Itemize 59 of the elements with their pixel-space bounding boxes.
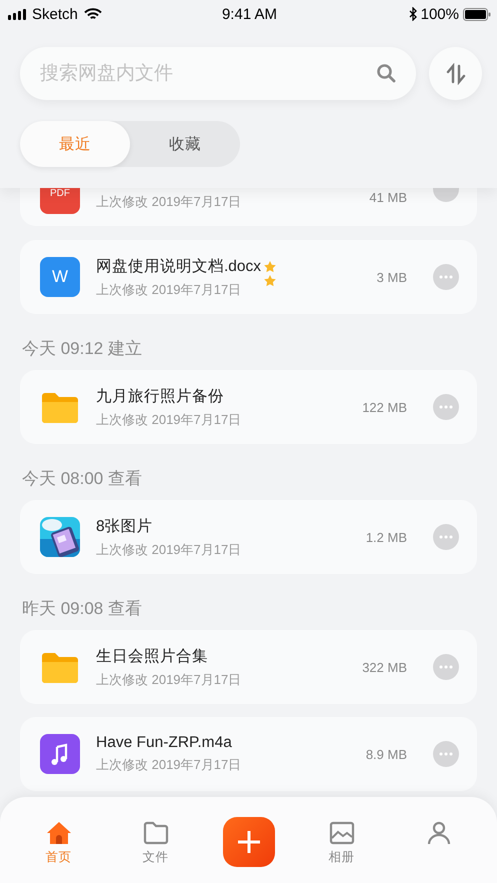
section-heading: 今天 08:00 查看 (21, 468, 143, 490)
more-icon (439, 665, 453, 669)
carrier-name: Sketch (32, 6, 78, 22)
search-field[interactable]: 搜索网盘内文件 (20, 47, 416, 100)
file-card[interactable]: W 网盘使用说明文档.docx 上次修改 2019年7月17日 3 MB (20, 240, 477, 314)
modified-date: 上次修改 2019年7月17日 (96, 193, 242, 211)
file-name: 生日会照片合集 (96, 646, 208, 666)
modified-date: 上次修改 2019年7月17日 (96, 280, 242, 298)
more-button[interactable] (433, 394, 459, 420)
more-icon (439, 535, 453, 539)
file-size: 8.9 MB (366, 746, 407, 762)
file-card[interactable]: 九月旅行照片备份 上次修改 2019年7月17日 122 MB (20, 370, 477, 444)
file-card[interactable]: PDF 上次修改 2019年7月17日 41 MB (20, 188, 477, 226)
section-heading: 今天 09:12 建立 (21, 338, 143, 360)
battery-percent: 100% (420, 6, 459, 22)
more-button[interactable] (433, 654, 459, 680)
person-icon (426, 821, 452, 845)
section-heading: 昨天 09:08 查看 (21, 598, 143, 620)
file-size: 41 MB (369, 190, 407, 205)
more-button[interactable] (433, 264, 459, 290)
word-file-icon: W (40, 257, 80, 297)
file-name: 九月旅行照片备份 (96, 386, 224, 406)
add-button[interactable] (222, 817, 274, 867)
status-time: 9:41 AM (222, 6, 278, 22)
home-icon (46, 821, 72, 845)
more-icon (439, 405, 453, 409)
file-name: 8张图片 (96, 516, 153, 536)
more-icon (439, 275, 453, 279)
more-icon (439, 752, 453, 756)
tab-bar-item[interactable]: 文件 (126, 821, 186, 866)
tab[interactable]: 收藏 (130, 121, 240, 167)
file-size: 3 MB (376, 270, 407, 284)
bluetooth-icon (408, 7, 417, 21)
file-name: 网盘使用说明文档.docx (96, 256, 262, 276)
more-button[interactable] (433, 524, 459, 550)
modified-date: 上次修改 2019年7月17日 (96, 540, 242, 558)
battery-icon (462, 8, 491, 20)
modified-date: 上次修改 2019年7月17日 (96, 670, 242, 688)
file-size: 122 MB (362, 400, 407, 414)
wifi-icon (84, 8, 102, 20)
modified-date: 上次修改 2019年7月17日 (96, 756, 242, 774)
file-name: Have Fun-ZRP.m4a (96, 734, 232, 752)
plus-icon (236, 830, 260, 854)
more-button[interactable] (433, 188, 459, 202)
music-file-icon (40, 734, 80, 774)
search-icon (376, 63, 396, 83)
pdf-file-icon: PDF (40, 188, 80, 214)
folder-icon (142, 821, 168, 845)
sort-icon (444, 62, 466, 84)
modified-date: 上次修改 2019年7月17日 (96, 410, 242, 428)
image-icon (328, 821, 354, 845)
file-card[interactable]: Have Fun-ZRP.m4a 上次修改 2019年7月17日 8.9 MB (20, 717, 477, 791)
file-size: 322 MB (362, 660, 407, 674)
file-card[interactable]: 生日会照片合集 上次修改 2019年7月17日 322 MB (20, 630, 477, 704)
tab-bar-item[interactable]: 相册 (312, 821, 372, 866)
file-card[interactable]: 8张图片 上次修改 2019年7月17日 1.2 MB (20, 500, 477, 574)
more-button[interactable] (433, 741, 459, 767)
signal-icon (8, 8, 26, 20)
file-size: 1.2 MB (366, 530, 407, 544)
